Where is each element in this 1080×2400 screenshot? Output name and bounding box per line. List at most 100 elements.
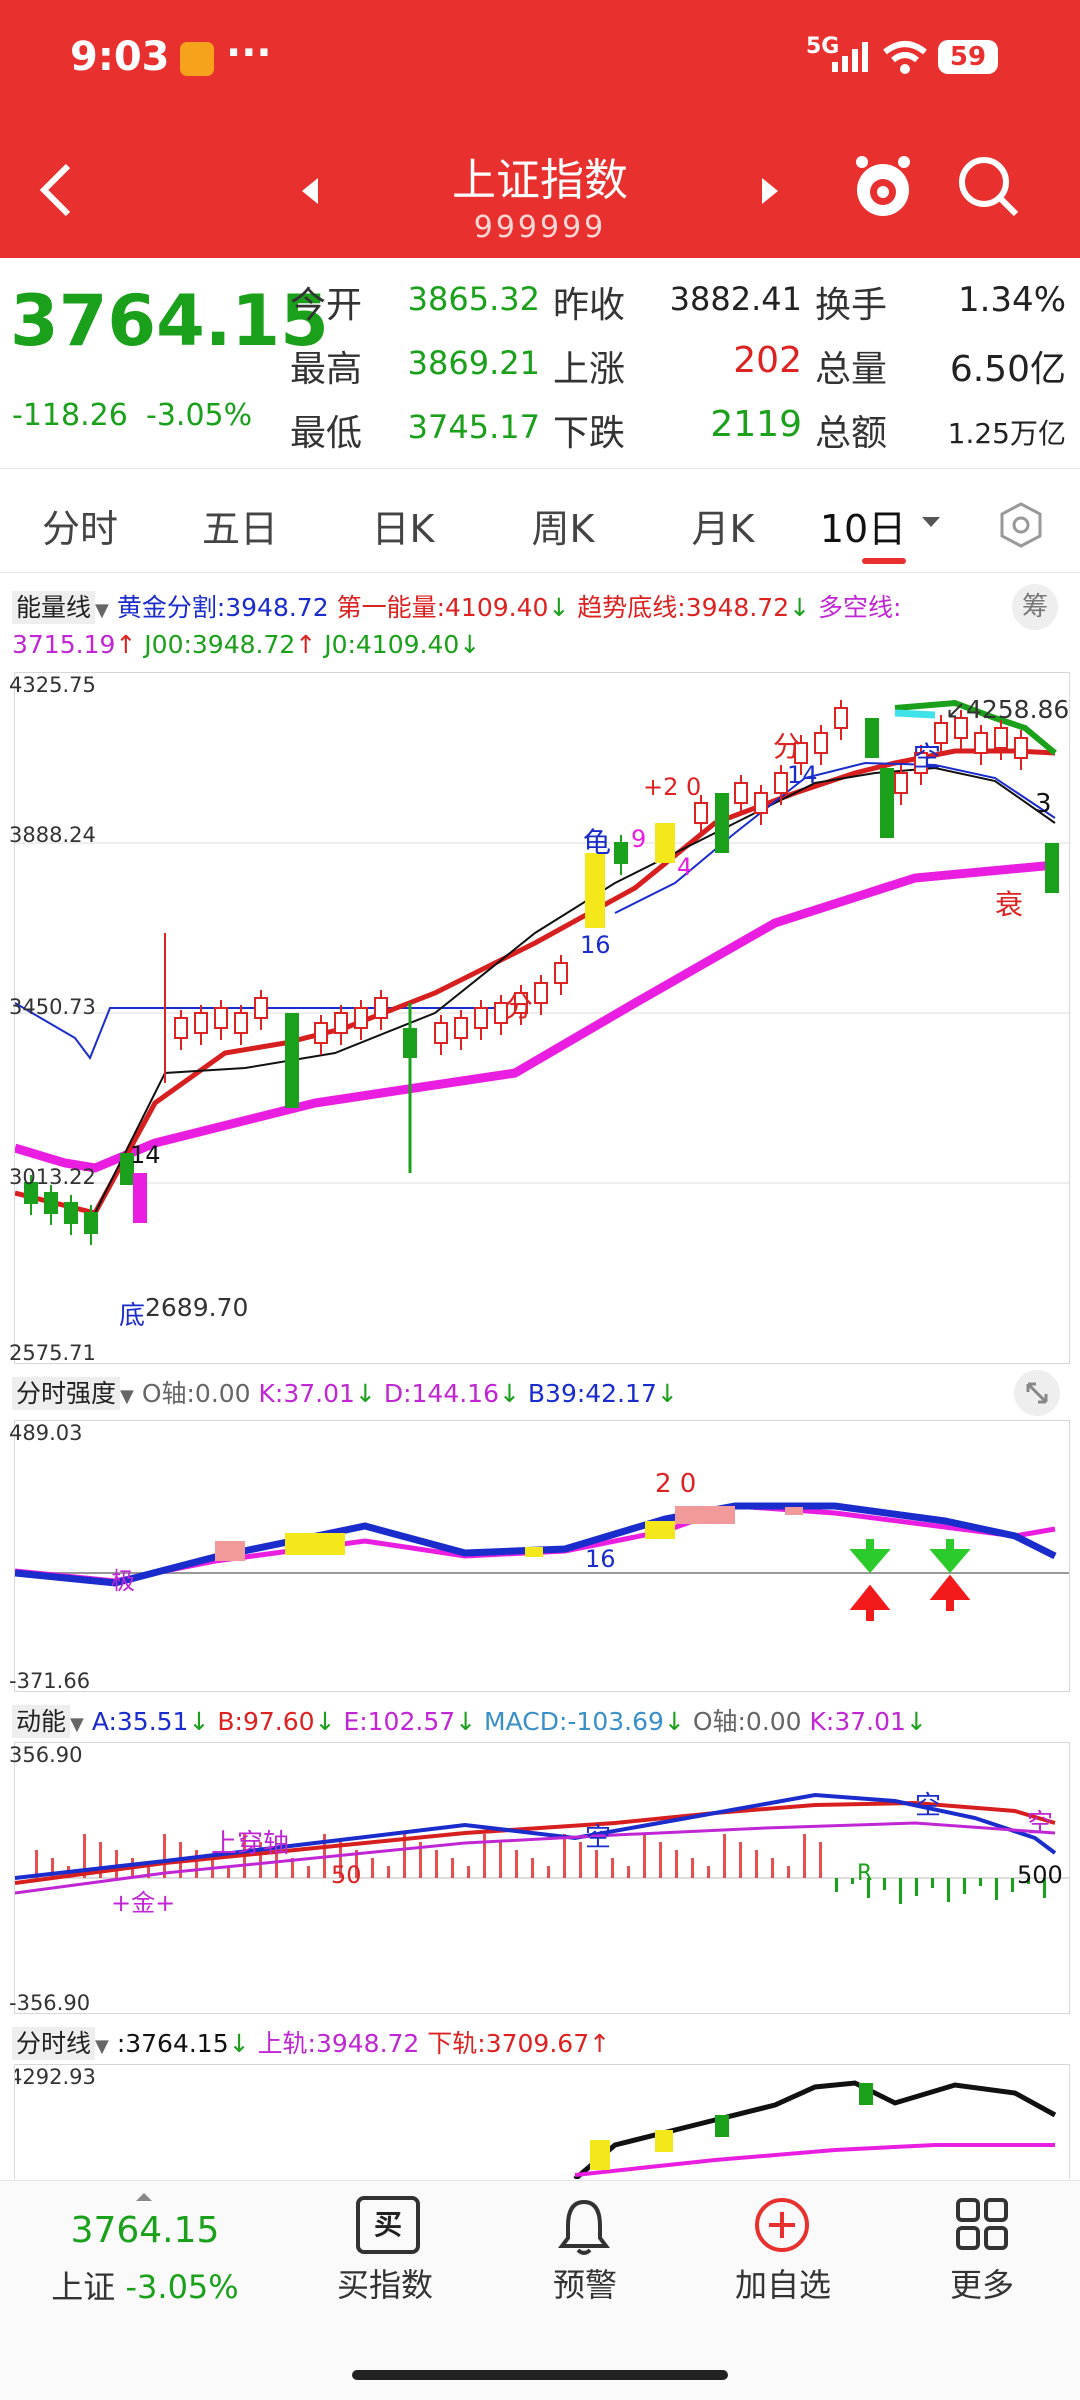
- alert-button[interactable]: 预警: [485, 2260, 685, 2306]
- candle-body: [434, 1022, 448, 1044]
- trend-bottom-value: 趋势底线:3948.72: [577, 593, 790, 622]
- marker-kong: 空: [915, 1791, 942, 1821]
- candle-body: [174, 1017, 188, 1039]
- price-change-pct: -3.05%: [146, 398, 253, 433]
- momentum-e: E:102.57: [343, 1707, 456, 1736]
- wifi-icon: [880, 38, 930, 80]
- macd-bar: [835, 1878, 838, 1892]
- macd-bar: [675, 1850, 678, 1878]
- macd-bar: [595, 1850, 598, 1878]
- low-label: 最低: [290, 413, 363, 454]
- buy-icon[interactable]: 买: [356, 2196, 420, 2254]
- home-indicator: [352, 2370, 728, 2380]
- marker-3: 3: [1035, 789, 1052, 819]
- marker-4: 4: [677, 853, 693, 881]
- high-label: 最高: [290, 349, 363, 390]
- marker-shuai: 衰: [995, 888, 1024, 921]
- app-notification-icon: [180, 42, 214, 76]
- candle-body: [554, 962, 568, 984]
- macd-bar: [691, 1858, 694, 1878]
- grid-icon[interactable]: [954, 2196, 1010, 2256]
- bell-icon[interactable]: [556, 2196, 612, 2260]
- candle-body: [474, 1007, 488, 1029]
- y-axis-label: 4292.93: [14, 2065, 96, 2089]
- timeline-lower: 下轨:3709.67: [427, 2029, 590, 2058]
- buy-index-button[interactable]: 买指数: [285, 2260, 485, 2306]
- bottom-index-change[interactable]: 上证 -3.05%: [40, 2262, 250, 2308]
- add-circle-icon[interactable]: [753, 2196, 811, 2258]
- timeline-chart[interactable]: 4292.93: [14, 2064, 1070, 2179]
- main-candlestick-chart[interactable]: 4325.75 3888.24 3450.73 3013.22 2575.71 …: [9, 672, 1070, 1365]
- momentum-name: 动能: [12, 1705, 71, 1738]
- collapse-arrow-icon[interactable]: [134, 2188, 154, 2207]
- main-indicator-select[interactable]: 能量线 ▼ 黄金分割:3948.72 第一能量:4109.40↓ 趋势底线:394…: [12, 588, 901, 624]
- marker-9: 9: [631, 825, 647, 853]
- fall-count-value: 2119: [710, 404, 802, 445]
- marker-14: 14: [130, 1141, 161, 1169]
- candle-body: [234, 1012, 248, 1034]
- tab-daily-k[interactable]: 日K: [338, 498, 468, 553]
- macd-bar: [771, 1858, 774, 1878]
- marker-ji: 极: [111, 1567, 135, 1595]
- battery-icon: 59: [938, 40, 998, 74]
- bottom-price[interactable]: 3764.15: [40, 2210, 250, 2251]
- volume-value: 6.50亿: [949, 349, 1066, 390]
- tab-five-day[interactable]: 五日: [175, 498, 305, 553]
- macd-bar: [979, 1878, 982, 1886]
- divider: [0, 572, 1080, 573]
- candle-body: [534, 982, 548, 1004]
- y-axis-label: 3450.73: [9, 995, 96, 1019]
- timeline-upper: 上轨:3948.72: [257, 2029, 420, 2058]
- momentum-chart[interactable]: 356.90 -356.90 上穿轴 空 空 空 +金+ 50 500 R: [9, 1742, 1070, 2015]
- y-axis-label: 3013.22: [9, 1165, 96, 1189]
- open-label: 今开: [290, 285, 363, 326]
- macd-bar: [643, 1834, 646, 1878]
- momentum-a: A:35.51: [91, 1707, 189, 1736]
- momentum-indicator-select[interactable]: 动能 ▼ A:35.51↓ B:97.60↓ E:102.57↓ MACD:-10…: [12, 1702, 927, 1738]
- macd-bar: [435, 1850, 438, 1878]
- macd-bar: [387, 1866, 390, 1878]
- expand-icon[interactable]: [1014, 1370, 1060, 1416]
- tab-intraday[interactable]: 分时: [15, 498, 145, 553]
- search-icon[interactable]: [954, 152, 1024, 226]
- macd-bar: [307, 1866, 310, 1878]
- tab-weekly-k[interactable]: 周K: [498, 498, 628, 553]
- y-axis-label: -356.90: [9, 1991, 91, 2015]
- candle-body: [84, 1212, 98, 1234]
- macd-bar: [787, 1866, 790, 1878]
- volume-label: 总量: [815, 349, 888, 390]
- mascot-icon[interactable]: [850, 152, 916, 228]
- y-axis-label: -371.66: [9, 1669, 91, 1693]
- next-stock-icon[interactable]: [758, 176, 782, 210]
- j0-value: J0:4109.40: [324, 630, 460, 659]
- amount-value: 1.25万亿: [947, 417, 1066, 450]
- candle-body: [694, 802, 708, 824]
- timeline-indicator-select[interactable]: 分时线 ▼ :3764.15↓ 上轨:3948.72 下轨:3709.67↑: [12, 2024, 610, 2060]
- macd-bar: [579, 1842, 582, 1878]
- more-button[interactable]: 更多: [882, 2260, 1080, 2306]
- chips-button[interactable]: 筹: [1012, 584, 1058, 630]
- marker-500: 500: [1017, 1861, 1063, 1889]
- add-watchlist-button[interactable]: 加自选: [683, 2260, 883, 2306]
- marker-kong: 空: [1027, 1809, 1054, 1839]
- y-axis-label: 3888.24: [9, 823, 96, 847]
- divider: [0, 468, 1080, 469]
- momentum-macd: MACD:-103.69: [484, 1707, 664, 1736]
- marker-kong: 空: [913, 740, 942, 773]
- macd-bar: [163, 1834, 166, 1878]
- high-value: 3869.21: [407, 344, 540, 382]
- strength-chart[interactable]: 489.03 -371.66 2 0 16 极: [9, 1420, 1070, 1693]
- macd-bar: [947, 1878, 950, 1902]
- settings-hexagon-icon[interactable]: [996, 500, 1046, 554]
- first-energy-value: 第一能量:4109.40: [336, 593, 549, 622]
- strength-indicator-select[interactable]: 分时强度 ▼ O轴:0.00 K:37.01↓ D:144.16↓ B39:42.…: [12, 1374, 678, 1410]
- chevron-down-icon[interactable]: [920, 514, 942, 533]
- strength-b: B39:42.17: [527, 1379, 657, 1408]
- status-more-dots: ···: [226, 30, 272, 76]
- tab-monthly-k[interactable]: 月K: [658, 498, 788, 553]
- macd-bar: [627, 1866, 630, 1878]
- y-axis-label: 489.03: [9, 1421, 83, 1445]
- candle-body: [254, 997, 268, 1019]
- strength-k: K:37.01: [258, 1379, 355, 1408]
- tab-ten-day[interactable]: 10日: [808, 498, 918, 553]
